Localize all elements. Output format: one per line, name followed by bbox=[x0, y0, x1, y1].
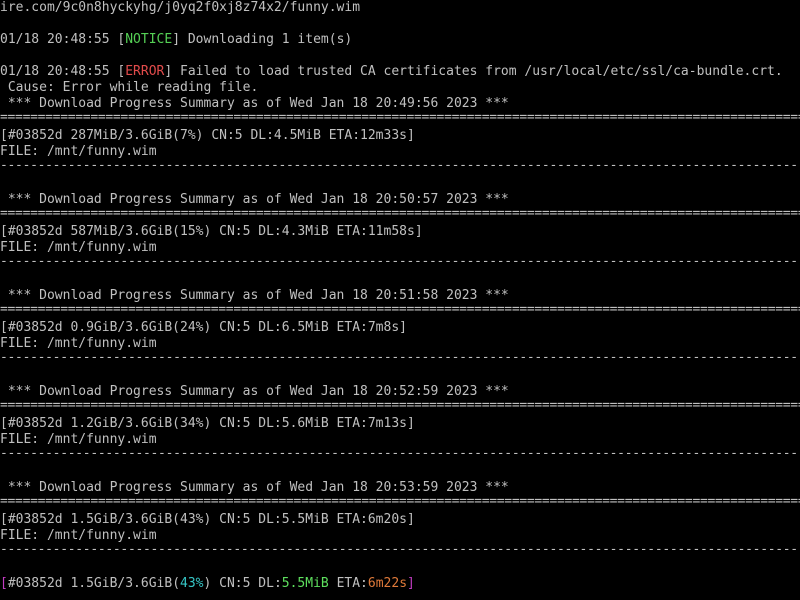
status-connections: ) CN:5 DL: bbox=[203, 576, 282, 591]
double-rule: ========================================… bbox=[0, 206, 800, 221]
status-open-bracket: [ bbox=[0, 576, 8, 591]
single-rule: ----------------------------------------… bbox=[0, 350, 800, 365]
error-tag: ERROR bbox=[125, 64, 165, 79]
progress-line: [#03852d 0.9GiB/3.6GiB(24%) CN:5 DL:6.5M… bbox=[0, 320, 407, 335]
single-rule: ----------------------------------------… bbox=[0, 254, 800, 269]
cause-line: Cause: Error while reading file. bbox=[0, 80, 259, 95]
progress-line: [#03852d 1.2GiB/3.6GiB(34%) CN:5 DL:5.6M… bbox=[0, 416, 415, 431]
progress-line: [#03852d 587MiB/3.6GiB(15%) CN:5 DL:4.3M… bbox=[0, 224, 423, 239]
single-rule: ----------------------------------------… bbox=[0, 446, 800, 461]
progress-line: [#03852d 1.5GiB/3.6GiB(43%) CN:5 DL:5.5M… bbox=[0, 512, 415, 527]
double-rule: ========================================… bbox=[0, 398, 800, 413]
single-rule: ----------------------------------------… bbox=[0, 158, 800, 173]
double-rule: ========================================… bbox=[0, 302, 800, 317]
status-id-size: #03852d 1.5GiB/3.6GiB( bbox=[7, 576, 181, 591]
status-close-bracket: ] bbox=[407, 576, 415, 591]
error-line: 01/18 20:48:55 [ERROR] Failed to load tr… bbox=[0, 64, 800, 80]
live-status-line: [#03852d 1.5GiB/3.6GiB(43%) CN:5 DL:5.5M… bbox=[0, 576, 800, 592]
progress-line: [#03852d 287MiB/3.6GiB(7%) CN:5 DL:4.5Mi… bbox=[0, 128, 415, 143]
error-message: ] Failed to load trusted CA certificates… bbox=[164, 64, 783, 79]
status-eta: 6m22s bbox=[367, 576, 408, 591]
single-rule: ----------------------------------------… bbox=[0, 542, 800, 557]
notice-line: 01/18 20:48:55 [NOTICE] Downloading 1 it… bbox=[0, 32, 800, 48]
notice-timestamp: 01/18 20:48:55 [ bbox=[0, 32, 126, 47]
notice-message: ] Downloading 1 item(s) bbox=[172, 32, 353, 47]
notice-tag: NOTICE bbox=[125, 32, 173, 47]
double-rule: ========================================… bbox=[0, 110, 800, 125]
url-line: ire.com/9c0n8hyckyhg/j0yq2f0xj8z74x2/fun… bbox=[0, 0, 361, 15]
status-download-speed: 5.5MiB bbox=[281, 576, 329, 591]
error-timestamp: 01/18 20:48:55 [ bbox=[0, 64, 126, 79]
double-rule: ========================================… bbox=[0, 494, 800, 509]
status-percent: 43% bbox=[180, 576, 204, 591]
status-eta-label: ETA: bbox=[328, 576, 368, 591]
terminal-window[interactable]: ire.com/9c0n8hyckyhg/j0yq2f0xj8z74x2/fun… bbox=[0, 0, 800, 600]
